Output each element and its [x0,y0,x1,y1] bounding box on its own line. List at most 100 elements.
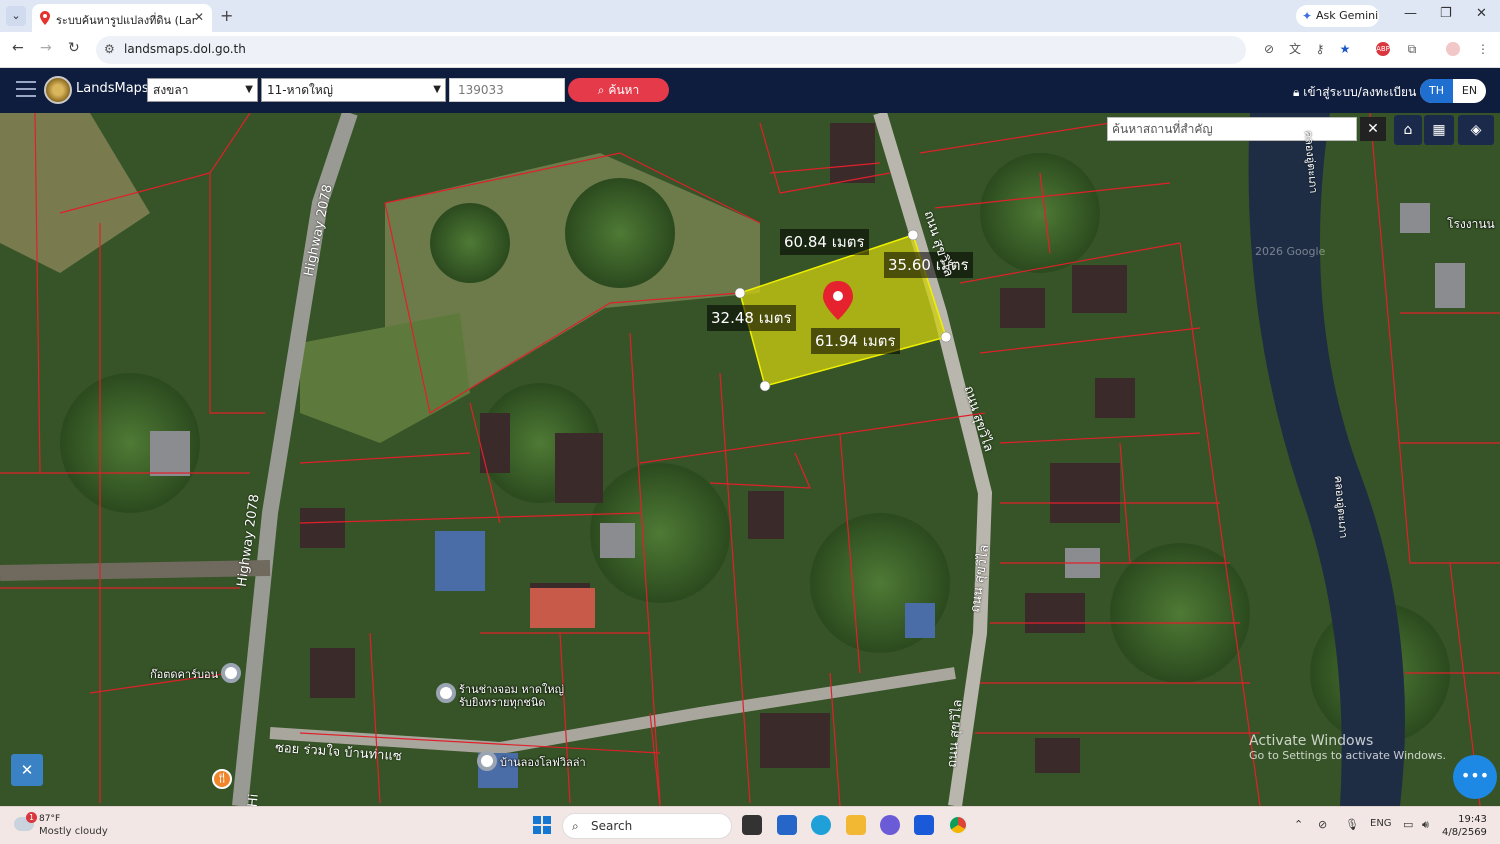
system-clock[interactable]: 19:43 4/8/2569 [1442,813,1487,839]
poi-label-school[interactable]: โรงงานน [1447,218,1495,231]
map-canvas[interactable]: ค้นหาสถานที่สำคัญ ✕ ⌂ ▦ ◈ 60.84 เมตร 35.… [0,113,1500,806]
new-tab-button[interactable]: + [220,6,233,25]
weather-alert-badge: 1 [26,812,37,823]
hamburger-menu-icon[interactable] [16,81,36,97]
map-copyright: 2026 Google [1255,245,1326,258]
tracking-blocked-icon[interactable]: ⊘ [1262,42,1276,56]
district-select[interactable]: 11-หาดใหญ่ ▼ [261,78,446,102]
browser-tab-strip: ⌄ ระบบค้นหารูปแปลงที่ดิน (LandsMaps) ✕ +… [0,0,1500,32]
clock-date: 4/8/2569 [1442,827,1487,838]
windows-activation-watermark: Activate Windows Go to Settings to activ… [1249,733,1446,762]
district-value: 11-หาดใหญ่ [267,83,334,97]
minimize-icon[interactable]: — [1404,6,1417,21]
file-explorer-icon[interactable] [846,815,866,835]
home-icon[interactable]: ⌂ [1394,115,1422,145]
login-label: เข้าสู่ระบบ/ลงทะเบียน [1303,85,1417,99]
search-icon: ⌕ [572,819,579,833]
task-view-icon[interactable] [742,815,762,835]
road-label-highway: Hi [245,793,262,806]
red-rooftop [530,588,595,628]
poi-pin-icon[interactable] [221,663,241,683]
translate-icon[interactable]: 文 [1288,42,1302,56]
poi-label[interactable]: ร้านช่างจอม หาดใหญ่ [459,683,564,696]
measurement-label-top: 60.84 เมตร [780,229,869,255]
login-link[interactable]: 🔒︎ เข้าสู่ระบบ/ลงทะเบียน [1293,83,1416,102]
app-header: LandsMaps สงขลา ▼ 11-หาดใหญ่ ▼ 139033 ⌕ … [0,68,1500,113]
lang-th-button[interactable]: TH [1420,79,1453,103]
chevron-down-icon: ▼ [433,84,441,95]
taskbar-search-box[interactable]: ⌕ Search [562,813,732,839]
browser-tab[interactable]: ระบบค้นหารูปแปลงที่ดิน (LandsMaps) ✕ [32,4,212,32]
watermark-subtitle: Go to Settings to activate Windows. [1249,749,1447,762]
province-value: สงขลา [153,83,189,97]
poi-pin-icon[interactable] [477,751,497,771]
taskbar-search-label: Search [591,819,633,833]
store-icon[interactable] [777,815,797,835]
chevron-up-icon[interactable]: ⌃ [1294,818,1303,831]
adblock-icon[interactable]: ABP [1376,42,1390,56]
search-button[interactable]: ⌕ ค้นหา [568,78,669,102]
tab-close-icon[interactable]: ✕ [194,10,204,24]
url-text: landsmaps.dol.go.th [124,42,246,56]
language-indicator[interactable]: ENG [1370,818,1392,829]
poi-label[interactable]: ก๊อตดคาร์บอน [150,668,218,681]
gemini-spark-icon: ✦ [1302,9,1313,23]
weather-condition[interactable]: Mostly cloudy [39,826,108,837]
clock-time: 19:43 [1458,814,1487,825]
measurement-label-right: 35.60 เมตร [884,252,973,278]
site-info-icon[interactable]: ⚙ [104,42,115,56]
dol-logo-icon [44,76,72,104]
grid-icon[interactable]: ▦ [1424,115,1454,145]
more-options-button[interactable]: ••• [1453,755,1497,799]
lock-icon: 🔒︎ [1293,85,1300,99]
restore-icon[interactable]: ❐ [1440,6,1452,21]
search-icon: ⌕ [597,83,605,97]
back-icon[interactable]: ← [12,40,24,56]
watermark-title: Activate Windows [1249,733,1374,749]
landmark-search-input[interactable]: ค้นหาสถานที่สำคัญ [1107,117,1357,141]
poi-pin-icon[interactable] [436,683,456,703]
extensions-icon[interactable]: ⧉ [1405,42,1419,56]
display-icon[interactable]: ▭ [1403,818,1413,831]
edge-icon[interactable] [811,815,831,835]
search-button-label: ค้นหา [608,83,640,97]
teams-icon[interactable] [914,815,934,835]
reload-icon[interactable]: ↻ [68,40,80,56]
poi-label-sub: รับยิงทรายทุกชนิด [459,696,546,709]
language-toggle[interactable]: TH EN [1420,79,1486,103]
windows-taskbar: 1 87°F Mostly cloudy ⌕ Search ⌃ ⊘ 🎙︎ ENG… [0,806,1500,844]
omnibox[interactable]: ⚙ landsmaps.dol.go.th [96,36,1246,64]
province-select[interactable]: สงขลา ▼ [147,78,258,102]
bookmark-star-icon[interactable]: ★ [1338,42,1352,56]
layers-icon[interactable]: ◈ [1458,115,1494,145]
messenger-icon[interactable] [880,815,900,835]
microphone-icon[interactable]: 🎙︎ [1345,818,1359,831]
chevron-down-icon: ▼ [245,84,253,95]
window-close-icon[interactable]: ✕ [1476,6,1487,21]
measure-tools-icon[interactable]: ✕ [11,754,43,786]
parcel-number-input[interactable]: 139033 [449,78,565,102]
password-key-icon[interactable]: ⚷ [1313,42,1327,56]
measurement-label-left: 32.48 เมตร [707,305,796,331]
restaurant-icon[interactable]: 🍴︎ [212,769,232,789]
clear-search-icon[interactable]: ✕ [1360,117,1386,141]
volume-icon[interactable]: 🔊︎ [1422,818,1429,832]
tab-search-icon[interactable]: ⌄ [6,6,26,26]
ask-gemini-button[interactable]: ✦ Ask Gemini [1296,5,1379,27]
browser-menu-icon[interactable]: ⋮ [1476,42,1490,56]
chrome-icon[interactable] [948,815,968,835]
brand-name: LandsMaps [76,81,149,96]
satellite-imagery [0,113,1500,806]
tab-title: ระบบค้นหารูปแปลงที่ดิน (LandsMaps) [56,14,196,27]
weather-temperature[interactable]: 87°F [39,814,60,824]
windows-start-icon[interactable] [533,816,551,834]
poi-label[interactable]: บ้านลองโลฟวิลล่า [500,756,586,769]
dirt-road [0,560,271,581]
measurement-label-bottom: 61.94 เมตร [811,328,900,354]
map-pin-icon [40,11,50,25]
lang-en-button[interactable]: EN [1453,79,1486,103]
forward-icon[interactable]: → [40,40,52,56]
profile-avatar-icon[interactable] [1446,42,1460,56]
ask-gemini-label: Ask Gemini [1316,9,1379,22]
network-icon[interactable]: ⊘ [1318,818,1327,831]
